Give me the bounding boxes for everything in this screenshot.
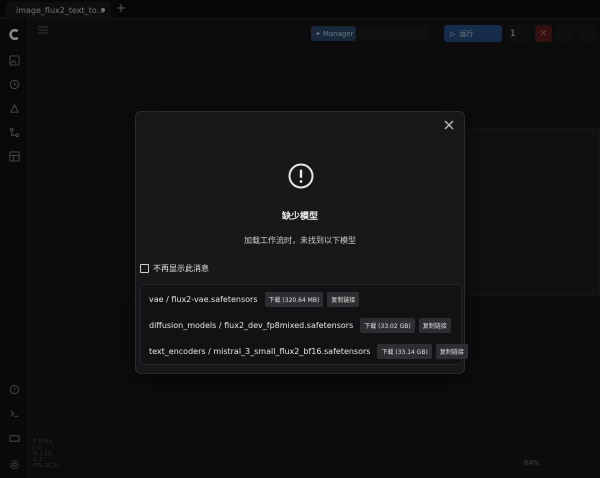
- list-item: vae / flux2-vae.safetensors 下载 (320.64 M…: [149, 291, 360, 307]
- model-name: vae / flux2-vae.safetensors: [149, 294, 258, 304]
- dialog-title: 缺少模型: [281, 212, 318, 222]
- download-button[interactable]: 下载 (320.64 MB): [264, 291, 324, 307]
- model-name: text_encoders / mistral_3_small_flux2_bf…: [149, 346, 371, 356]
- missing-models-dialog: 缺少模型 加载工作流时，未找到以下模型 不再显示此消息 vae / flux2-…: [135, 111, 468, 374]
- download-button[interactable]: 下载 (33.02 GB): [360, 317, 415, 333]
- dont-show-again-checkbox[interactable]: [140, 264, 149, 273]
- copy-link-button[interactable]: 复制链接: [327, 291, 360, 307]
- copy-link-button[interactable]: 复制链接: [435, 343, 468, 359]
- missing-models-list: vae / flux2-vae.safetensors 下载 (320.64 M…: [140, 284, 468, 365]
- dont-show-again-row[interactable]: 不再显示此消息: [140, 263, 209, 274]
- list-item: text_encoders / mistral_3_small_flux2_bf…: [149, 343, 468, 359]
- dialog-subtitle: 加载工作流时，未找到以下模型: [244, 236, 356, 245]
- close-icon[interactable]: [444, 120, 454, 130]
- list-item: diffusion_models / flux2_dev_fp8mixed.sa…: [149, 317, 451, 333]
- dont-show-again-label: 不再显示此消息: [153, 264, 209, 273]
- model-name: diffusion_models / flux2_dev_fp8mixed.sa…: [149, 320, 354, 330]
- warning-icon: [288, 163, 314, 189]
- copy-link-button[interactable]: 复制链接: [418, 317, 451, 333]
- download-button[interactable]: 下载 (33.14 GB): [377, 343, 432, 359]
